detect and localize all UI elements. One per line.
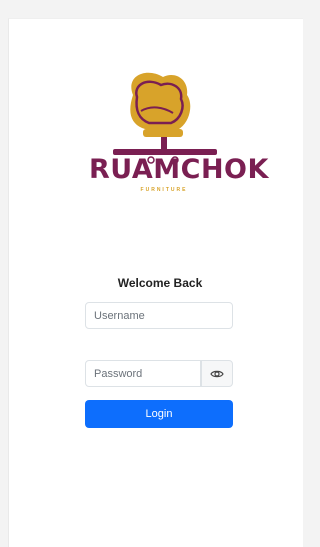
login-button[interactable]: Login [85, 400, 233, 428]
brand-name: RUAMCHOK [89, 154, 269, 185]
login-card: RUAMCHOK FURNITURE Welcome Back Login [8, 18, 303, 547]
password-input[interactable] [86, 361, 200, 386]
eye-icon [210, 370, 224, 377]
username-field [85, 302, 233, 329]
brand-tagline: FURNITURE [140, 187, 188, 193]
page-title: Welcome Back [117, 276, 203, 290]
toggle-password-button[interactable] [201, 360, 233, 387]
password-field [85, 360, 201, 387]
username-input[interactable] [86, 303, 232, 328]
